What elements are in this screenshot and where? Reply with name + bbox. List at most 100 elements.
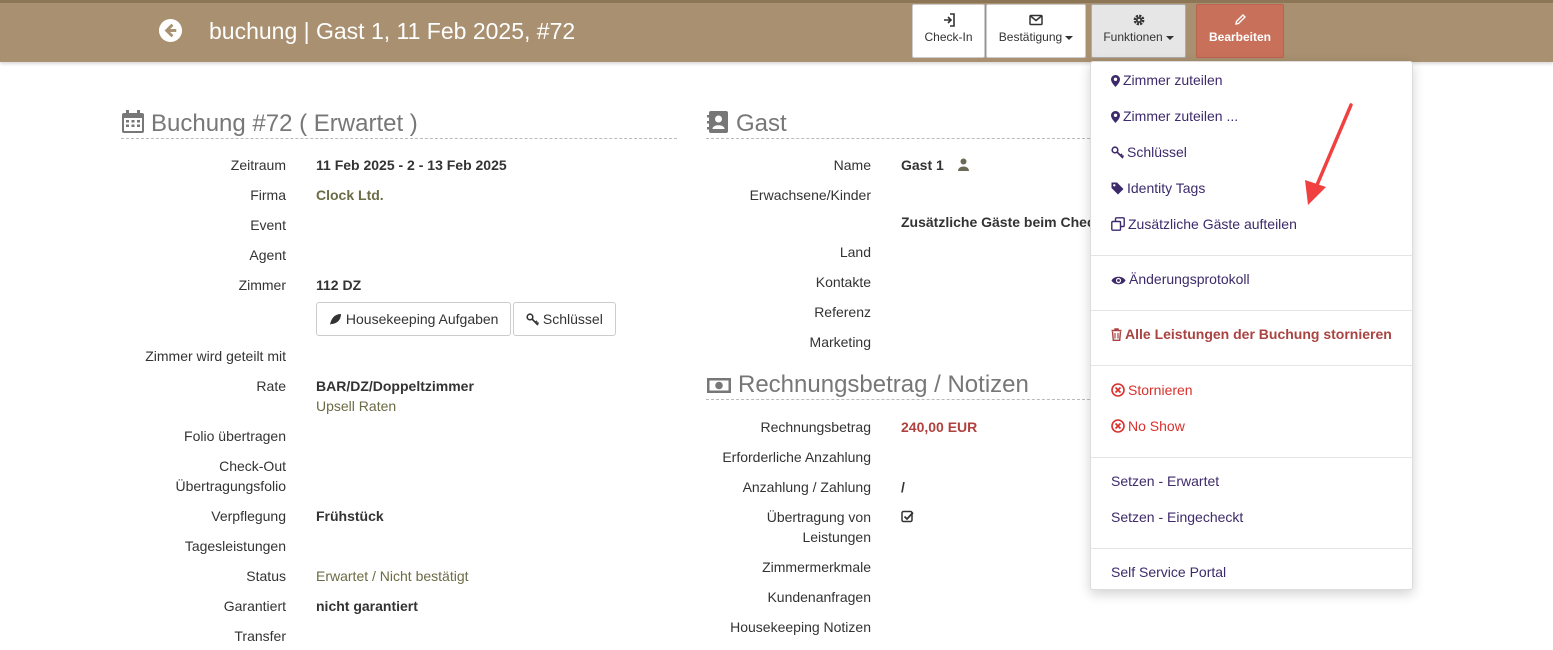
guest-section-title: Gast — [706, 110, 1090, 139]
funktionen-label: Funktionen — [1103, 30, 1163, 44]
back-arrow-icon[interactable] — [158, 18, 183, 43]
label-uebertragung: Übertragung von — [766, 509, 871, 525]
menu-item-label: Identity Tags — [1127, 180, 1206, 196]
menu-item-no-show[interactable]: No Show — [1111, 418, 1185, 434]
invoice-section-title: Rechnungsbetrag / Notizen — [706, 371, 1090, 400]
value-rechnungsbetrag[interactable]: 240,00 EUR — [901, 417, 977, 437]
caret-down-icon — [1065, 35, 1074, 40]
label-zimmer: Zimmer — [238, 277, 286, 293]
menu-item-label: Self Service Portal — [1111, 564, 1227, 580]
menu-divider — [1091, 365, 1412, 366]
housekeeping-label: Housekeeping Aufgaben — [345, 311, 499, 327]
value-zimmer: 112 DZ — [316, 277, 362, 293]
booking-title: Buchung #72 ( Erwartet ) — [151, 110, 418, 137]
gear-icon — [1133, 14, 1144, 26]
page-title: buchung | Gast 1, 11 Feb 2025, #72 — [209, 18, 576, 44]
menu-item-gaeste-aufteilen[interactable]: Zusätzliche Gäste aufteilen — [1111, 216, 1297, 232]
menu-item-zimmer-zuteilen[interactable]: Zimmer zuteilen — [1111, 72, 1223, 88]
annotation-arrow-icon — [1305, 103, 1353, 205]
menu-item-label: Änderungsprotokoll — [1129, 271, 1250, 287]
label-referenz: Referenz — [814, 304, 871, 320]
checkin-button[interactable]: Check-In — [912, 4, 985, 58]
menu-item-label: Zusätzliche Gäste aufteilen — [1128, 216, 1297, 232]
booking-section-title: Buchung #72 ( Erwartet ) — [121, 110, 677, 139]
bestaetigung-button[interactable]: Bestätigung — [986, 4, 1086, 58]
value-rate: BAR/DZ/Doppeltzimmer — [316, 378, 474, 394]
label-geteilt: Zimmer wird geteilt mit — [145, 348, 286, 364]
menu-item-identity-tags[interactable]: Identity Tags — [1111, 180, 1205, 196]
label-checkout: Check-Out — [219, 458, 286, 474]
money-icon — [707, 378, 731, 393]
label-anzahlung: Anzahlung / Zahlung — [742, 479, 871, 495]
menu-divider — [1091, 310, 1412, 311]
value-anzahlung: / — [901, 479, 905, 495]
bearbeiten-button[interactable]: Bearbeiten — [1196, 4, 1284, 58]
eye-icon — [1111, 276, 1126, 285]
menu-item-label: Alle Leistungen der Buchung stornieren — [1125, 326, 1392, 342]
label-land: Land — [839, 244, 871, 260]
menu-item-label: No Show — [1128, 418, 1185, 434]
label-housekeeping-notizen: Housekeeping Notizen — [730, 619, 871, 635]
address-card-icon — [707, 111, 728, 133]
label-zimmermerkmale: Zimmermerkmale — [762, 559, 871, 575]
label-rechnungsbetrag: Rechnungsbetrag — [760, 419, 871, 435]
menu-item-label: Stornieren — [1128, 382, 1193, 398]
schluessel-button[interactable]: Schlüssel — [513, 302, 616, 336]
value-zusaetzliche-gaeste: Zusätzliche Gäste beim Chec — [901, 214, 1090, 230]
menu-item-label: Setzen - Erwartet — [1111, 473, 1220, 489]
label-anzahlung-erforderlich: Erforderliche Anzahlung — [722, 449, 871, 465]
bearbeiten-label: Bearbeiten — [1208, 30, 1272, 44]
menu-item-zimmer-zuteilen-more[interactable]: Zimmer zuteilen ... — [1111, 108, 1238, 124]
value-name: Gast 1 — [901, 157, 944, 173]
tag-icon — [1111, 182, 1124, 195]
housekeeping-button[interactable]: Housekeeping Aufgaben — [316, 302, 512, 336]
menu-item-self-service-portal[interactable]: Self Service Portal — [1111, 564, 1226, 580]
menu-item-alle-stornieren[interactable]: Alle Leistungen der Buchung stornieren — [1111, 326, 1392, 342]
times-circle-icon — [1111, 383, 1125, 397]
label-rate: Rate — [256, 378, 286, 394]
upsell-link[interactable]: Upsell Raten — [316, 396, 396, 416]
menu-item-setzen-eingecheckt[interactable]: Setzen - Eingecheckt — [1111, 509, 1243, 525]
menu-item-setzen-erwartet[interactable]: Setzen - Erwartet — [1111, 473, 1219, 489]
label-leistungen: Leistungen — [802, 529, 871, 545]
calendar-icon — [122, 110, 144, 133]
label-event: Event — [250, 217, 286, 233]
funktionen-button[interactable]: Funktionen — [1091, 4, 1186, 58]
checkbox-checked-icon[interactable] — [901, 510, 914, 523]
menu-item-label: Zimmer zuteilen ... — [1123, 108, 1239, 124]
menu-item-stornieren[interactable]: Stornieren — [1111, 382, 1193, 398]
value-zeitraum: 11 Feb 2025 - 2 - 13 Feb 2025 — [316, 157, 507, 173]
menu-item-schluessel[interactable]: Schlüssel — [1111, 144, 1187, 160]
menu-item-aenderungsprotokoll[interactable]: Änderungsprotokoll — [1111, 271, 1250, 287]
bestaetigung-label: Bestätigung — [998, 30, 1063, 44]
label-kundenanfragen: Kundenanfragen — [767, 589, 871, 605]
menu-divider — [1091, 548, 1412, 549]
leaf-icon — [330, 314, 341, 325]
pencil-icon — [1235, 14, 1246, 25]
label-transfer: Transfer — [234, 628, 286, 644]
clone-icon — [1111, 217, 1125, 231]
menu-divider — [1091, 457, 1412, 458]
label-zeitraum: Zeitraum — [230, 157, 286, 173]
label-agent: Agent — [249, 247, 286, 263]
label-status: Status — [246, 568, 286, 584]
key-icon — [526, 313, 540, 326]
menu-item-label: Zimmer zuteilen — [1123, 72, 1223, 88]
value-verpflegung: Frühstück — [316, 508, 384, 524]
envelope-icon — [1029, 14, 1043, 26]
invoice-title: Rechnungsbetrag / Notizen — [738, 371, 1029, 398]
user-icon[interactable] — [958, 158, 969, 171]
map-marker-icon — [1111, 111, 1120, 123]
key-icon — [1111, 146, 1125, 159]
trash-icon — [1111, 328, 1122, 341]
label-tagesleistungen: Tagesleistungen — [184, 538, 286, 554]
label-uebertragungsfolio: Übertragungsfolio — [175, 478, 286, 494]
value-firma[interactable]: Clock Ltd. — [316, 185, 384, 205]
map-marker-icon — [1111, 75, 1120, 87]
label-firma: Firma — [250, 187, 286, 203]
menu-divider — [1091, 255, 1412, 256]
guest-title: Gast — [736, 110, 787, 137]
label-verpflegung: Verpflegung — [211, 508, 286, 524]
menu-item-label: Schlüssel — [1127, 144, 1187, 160]
label-garantiert: Garantiert — [223, 598, 286, 614]
